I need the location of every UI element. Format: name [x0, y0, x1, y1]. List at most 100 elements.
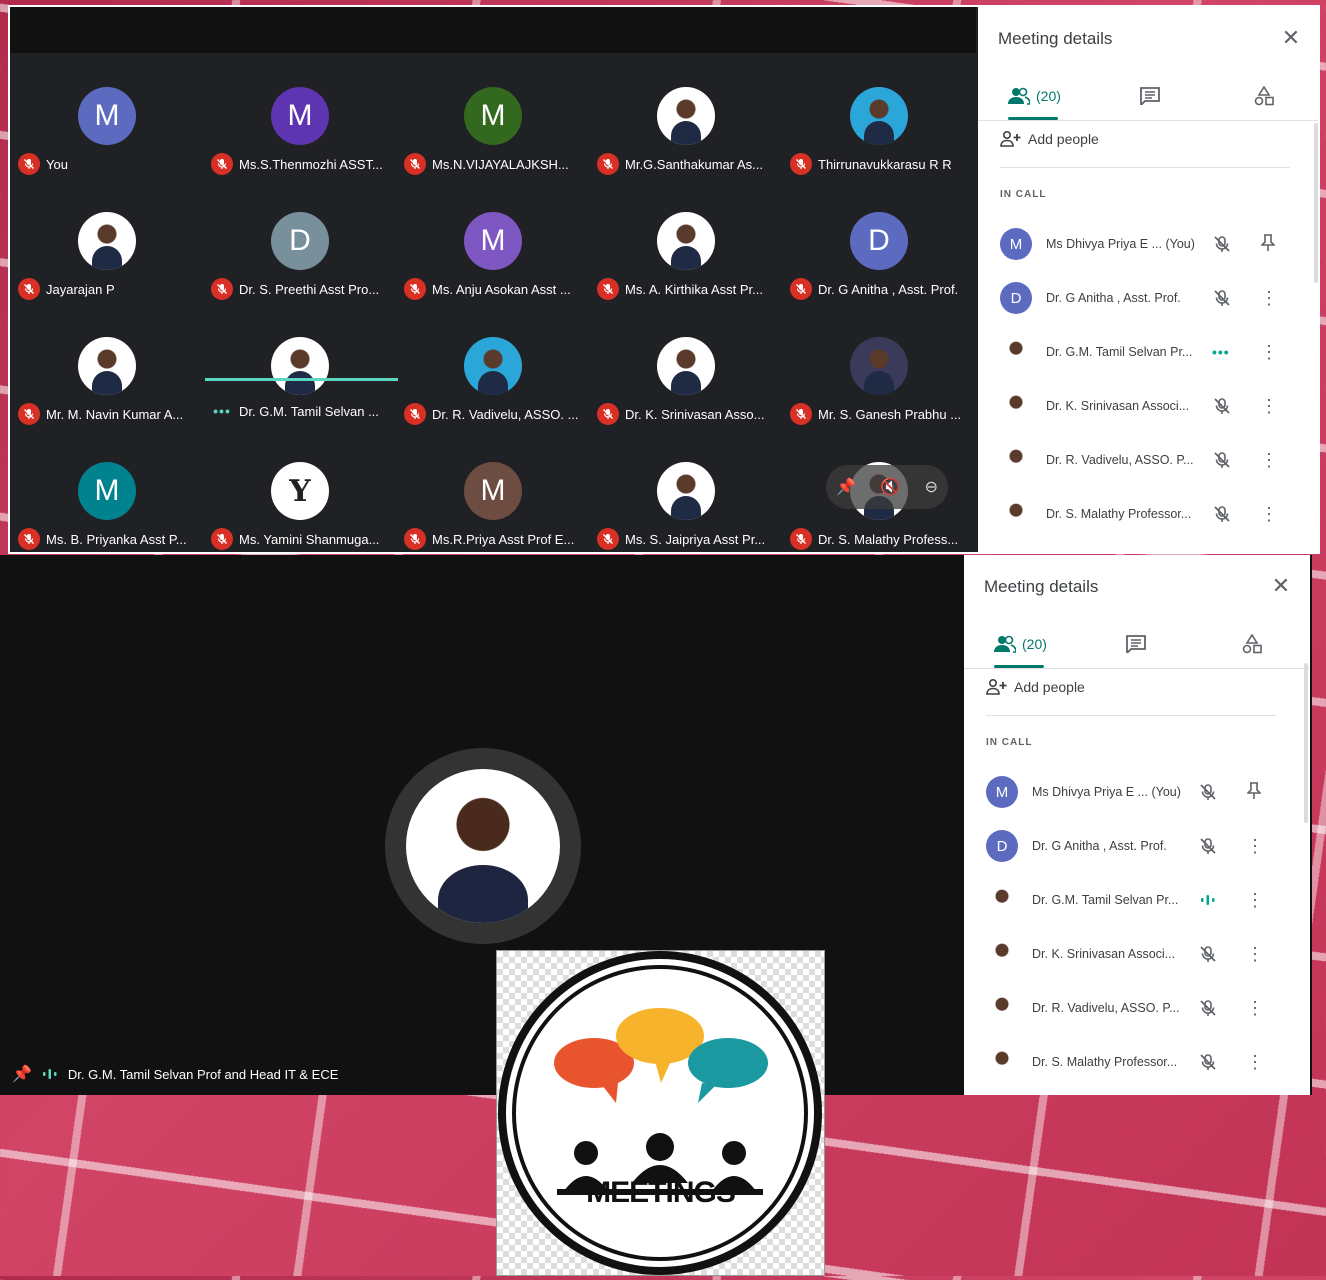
participant-tile[interactable]: Mr.G.Santhakumar As...: [589, 55, 782, 180]
scrollbar[interactable]: [1304, 663, 1308, 823]
mic-off-icon: [211, 153, 233, 175]
mic-off-icon[interactable]: [1198, 998, 1218, 1018]
add-people-button[interactable]: Add people: [1000, 131, 1099, 147]
tile-hover-controls[interactable]: 📌 🔇 ⊖: [826, 465, 948, 509]
people-list-item[interactable]: Dr. G.M. Tamil Selvan Pr... ••• ⋮: [978, 325, 1308, 379]
participant-name-row: ••• Dr. G.M. Tamil Selvan ...: [211, 403, 394, 419]
participant-avatar: [657, 87, 715, 145]
participant-name-row: Ms.R.Priya Asst Prof E...: [404, 528, 587, 550]
more-options-icon[interactable]: ⋮: [1246, 837, 1264, 855]
person-name: Dr. R. Vadivelu, ASSO. P...: [1046, 453, 1194, 467]
participant-tile[interactable]: Mr. S. Ganesh Prabhu ...: [782, 305, 975, 430]
more-options-icon[interactable]: ⋮: [1246, 1053, 1264, 1071]
mute-participant-icon[interactable]: 🔇: [880, 477, 900, 497]
participant-name: Dr. G Anitha , Asst. Prof.: [818, 281, 959, 297]
participant-name-row: Jayarajan P: [18, 278, 201, 300]
mic-off-icon: [18, 403, 40, 425]
more-options-icon[interactable]: ⋮: [1260, 397, 1278, 415]
participant-tile[interactable]: Jayarajan P: [10, 180, 203, 305]
participant-name: Mr. M. Navin Kumar A...: [46, 406, 184, 422]
participant-avatar: [657, 212, 715, 270]
participant-tile[interactable]: D Dr. S. Preethi Asst Pro...: [203, 180, 396, 305]
remove-icon[interactable]: ⊖: [925, 477, 938, 497]
more-options-icon[interactable]: ⋮: [1260, 343, 1278, 361]
more-options-icon[interactable]: ⋮: [1260, 505, 1278, 523]
participant-tile[interactable]: Dr. K. Srinivasan Asso...: [589, 305, 782, 430]
tab-people[interactable]: (20): [1008, 81, 1061, 111]
add-people-label: Add people: [1014, 679, 1085, 695]
pin-icon[interactable]: [1260, 233, 1276, 255]
participant-tile[interactable]: M Ms. Anju Asokan Asst ...: [396, 180, 589, 305]
audio-level-icon: [42, 1069, 57, 1079]
person-avatar: D: [986, 830, 1018, 862]
people-list-item[interactable]: M Ms Dhivya Priya E ... (You): [978, 217, 1308, 271]
participant-tile[interactable]: Mr. M. Navin Kumar A...: [10, 305, 203, 430]
participant-name: Dr. S. Malathy Profess...: [818, 531, 959, 547]
participant-avatar: M: [78, 462, 136, 520]
tab-people[interactable]: (20): [994, 629, 1047, 659]
participant-tile[interactable]: ••• Dr. G.M. Tamil Selvan ...: [203, 305, 396, 430]
chat-icon: [1140, 87, 1160, 105]
participant-tile[interactable]: D Dr. G Anitha , Asst. Prof.: [782, 180, 975, 305]
people-list-item[interactable]: Dr. R. Vadivelu, ASSO. P... ⋮: [964, 981, 1294, 1035]
tab-chat[interactable]: [1140, 81, 1160, 111]
top-bar: [10, 7, 976, 53]
participant-tile[interactable]: M Ms. B. Priyanka Asst P...: [10, 430, 203, 552]
more-options-icon[interactable]: ⋮: [1260, 289, 1278, 307]
tab-activities[interactable]: [1254, 81, 1274, 111]
participant-avatar: Y: [271, 462, 329, 520]
people-list-item[interactable]: D Dr. G Anitha , Asst. Prof. ⋮: [978, 271, 1308, 325]
participant-tile[interactable]: M Ms.N.VIJAYALAJKSH...: [396, 55, 589, 180]
more-options-icon[interactable]: ⋮: [1246, 999, 1264, 1017]
mic-off-icon[interactable]: [1212, 234, 1232, 254]
participant-name-row: Mr. M. Navin Kumar A...: [18, 403, 201, 425]
people-list-item[interactable]: M Ms Dhivya Priya E ... (You): [964, 765, 1294, 819]
people-list-item[interactable]: Dr. K. Srinivasan Associ... ⋮: [978, 379, 1308, 433]
participant-tile[interactable]: Dr. R. Vadivelu, ASSO. ...: [396, 305, 589, 430]
participant-name: Thirrunavukkarasu R R: [818, 156, 952, 172]
close-icon[interactable]: ✕: [1270, 575, 1292, 597]
pin-icon[interactable]: 📌: [12, 1064, 32, 1084]
person-avatar: [986, 992, 1018, 1024]
participant-tile[interactable]: M Ms.S.Thenmozhi ASST...: [203, 55, 396, 180]
pin-icon[interactable]: [1246, 781, 1262, 803]
people-list-item[interactable]: Dr. S. Malathy Professor... ⋮: [978, 487, 1308, 541]
mic-off-icon[interactable]: [1198, 944, 1218, 964]
mic-off-icon: [211, 528, 233, 550]
mic-off-icon[interactable]: [1198, 836, 1218, 856]
participant-tile[interactable]: Ms. A. Kirthika Asst Pr...: [589, 180, 782, 305]
mic-off-icon[interactable]: [1212, 396, 1232, 416]
more-options-icon[interactable]: ⋮: [1246, 945, 1264, 963]
more-options-icon[interactable]: ⋮: [1246, 891, 1264, 909]
add-people-button[interactable]: Add people: [986, 679, 1085, 695]
participant-tile[interactable]: Y Ms. Yamini Shanmuga...: [203, 430, 396, 552]
scrollbar[interactable]: [1314, 123, 1318, 283]
mic-off-icon[interactable]: [1198, 1052, 1218, 1072]
participant-avatar: [271, 337, 329, 395]
people-count: (20): [1036, 88, 1061, 104]
people-list-item[interactable]: Dr. G.M. Tamil Selvan Pr... ⋮: [964, 873, 1294, 927]
participant-tile[interactable]: M You: [10, 55, 203, 180]
spotlight-name: Dr. G.M. Tamil Selvan Prof and Head IT &…: [67, 1066, 339, 1082]
tab-chat[interactable]: [1126, 629, 1146, 659]
mic-off-icon[interactable]: [1212, 450, 1232, 470]
mic-off-icon[interactable]: [1212, 504, 1232, 524]
people-list-item[interactable]: D Dr. G Anitha , Asst. Prof. ⋮: [964, 819, 1294, 873]
participant-tile[interactable]: Thirrunavukkarasu R R: [782, 55, 975, 180]
in-call-heading: IN CALL: [1000, 189, 1047, 200]
people-list-item[interactable]: Dr. K. Srinivasan Associ... ⋮: [964, 927, 1294, 981]
mic-off-icon[interactable]: [1212, 288, 1232, 308]
chat-icon: [1126, 635, 1146, 653]
close-icon[interactable]: ✕: [1280, 27, 1302, 49]
participant-tile[interactable]: M Ms.R.Priya Asst Prof E...: [396, 430, 589, 552]
more-options-icon[interactable]: ⋮: [1260, 451, 1278, 469]
pin-icon[interactable]: 📌: [836, 477, 856, 497]
tab-activities[interactable]: [1242, 629, 1262, 659]
participant-tile[interactable]: Ms. S. Jaipriya Asst Pr...: [589, 430, 782, 552]
mic-off-icon: [597, 403, 619, 425]
people-list-item[interactable]: Dr. S. Malathy Professor... ⋮: [964, 1035, 1294, 1089]
people-list-item[interactable]: Dr. R. Vadivelu, ASSO. P... ⋮: [978, 433, 1308, 487]
participant-name-row: Dr. S. Malathy Profess...: [790, 528, 973, 550]
mic-off-icon[interactable]: [1198, 782, 1218, 802]
meeting-details-panel-2: Meeting details ✕ (20) Add people IN CAL…: [964, 555, 1310, 1095]
